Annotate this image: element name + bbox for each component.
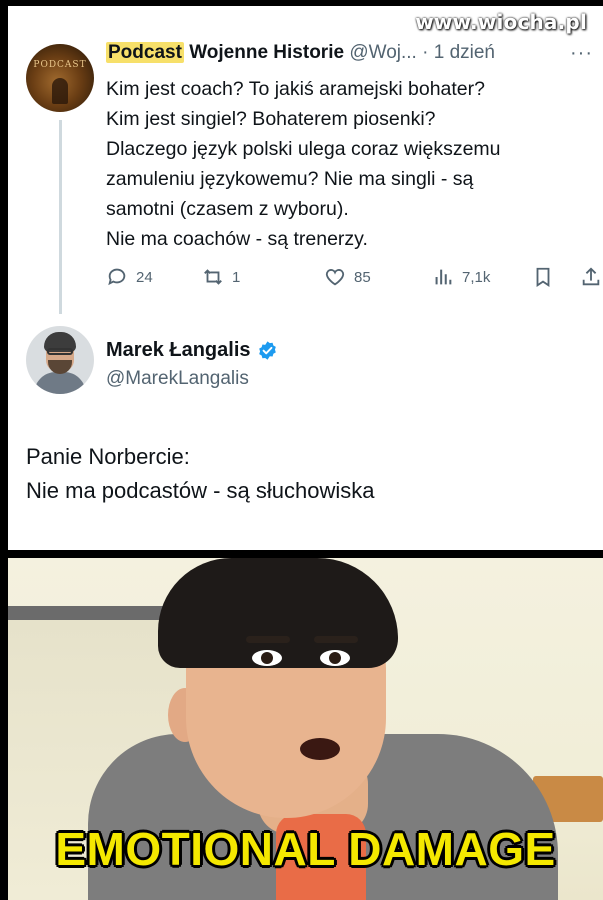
tweet2-text: Panie Norbercie: Nie ma podcastów - są s… (26, 440, 374, 508)
retweet-count: 1 (232, 268, 241, 286)
avatar-glasses (47, 348, 73, 355)
marek-avatar[interactable] (26, 326, 94, 394)
tweet-time[interactable]: · 1 dzień (422, 42, 495, 63)
reply-button[interactable]: 24 (106, 262, 153, 292)
shelf (8, 606, 178, 620)
open-mouth (300, 738, 340, 760)
views-icon (435, 269, 452, 285)
meme-image: EMOTIONAL DAMAGE (8, 558, 603, 900)
tweet2-author[interactable]: Marek Łangalis (106, 339, 278, 362)
right-brow (314, 636, 358, 643)
verified-badge-icon (258, 341, 276, 360)
tweet1-actions: 24 1 85 7,1k (106, 262, 601, 292)
tweet1-line: Kim jest singiel? Bohaterem piosenki? (106, 108, 436, 130)
avatar-body (34, 372, 86, 394)
tweet1-text: Kim jest coach? To jakiś aramejski bohat… (106, 74, 586, 254)
podcast-avatar[interactable]: PODCAST (26, 44, 94, 112)
tweet1-line: Dlaczego język polski ulega coraz większ… (106, 138, 501, 160)
share-icon (582, 267, 600, 286)
retweet-icon (204, 269, 222, 285)
reply-icon (108, 268, 126, 286)
author-name-highlight[interactable]: Podcast (106, 42, 184, 63)
tweet1-header: Podcast Wojenne Historie @Woj... · 1 dzi… (106, 42, 495, 70)
tweet1-line: Kim jest coach? To jakiś aramejski bohat… (106, 78, 485, 100)
tweet1-line: samotni (czasem z wyboru). (106, 198, 349, 220)
views-count: 7,1k (462, 268, 491, 286)
meme-caption: EMOTIONAL DAMAGE (55, 823, 556, 875)
like-count: 85 (354, 268, 371, 286)
like-icon (325, 269, 345, 286)
tweet1-line: Nie ma coachów - są trenerzy. (106, 228, 368, 250)
bookmark-button[interactable] (532, 262, 562, 292)
author-handle[interactable]: @Woj... (349, 42, 417, 63)
bookmark-icon (536, 267, 550, 287)
left-brow (246, 636, 290, 643)
screenshot-frame: www.wiocha.pl PODCAST Podcast Wojenne Hi… (0, 0, 603, 900)
author-name: Marek Łangalis (106, 339, 251, 361)
retweet-button[interactable]: 1 (202, 262, 240, 292)
avatar-figure (52, 78, 68, 104)
left-eye (252, 650, 282, 666)
tweet2-line: Panie Norbercie: (26, 444, 190, 469)
avatar-logo-text: PODCAST (33, 60, 87, 70)
like-button[interactable]: 85 (324, 262, 371, 292)
tweet-card: PODCAST Podcast Wojenne Historie @Woj...… (8, 6, 603, 550)
views-button[interactable]: 7,1k (432, 262, 490, 292)
more-options-icon[interactable]: ··· (570, 42, 593, 65)
tweet1-line: zamuleniu językowemu? Nie ma singli - są (106, 168, 474, 190)
hair (158, 558, 398, 668)
thread-line (59, 120, 62, 314)
watermark: www.wiocha.pl (415, 10, 587, 34)
right-eye (320, 650, 350, 666)
reply-count: 24 (136, 268, 153, 286)
author-handle[interactable]: @MarekLangalis (106, 368, 249, 390)
author-name[interactable]: Wojenne Historie (189, 42, 344, 63)
share-button[interactable] (580, 262, 603, 292)
tweet2-line: Nie ma podcastów - są słuchowiska (26, 478, 375, 503)
